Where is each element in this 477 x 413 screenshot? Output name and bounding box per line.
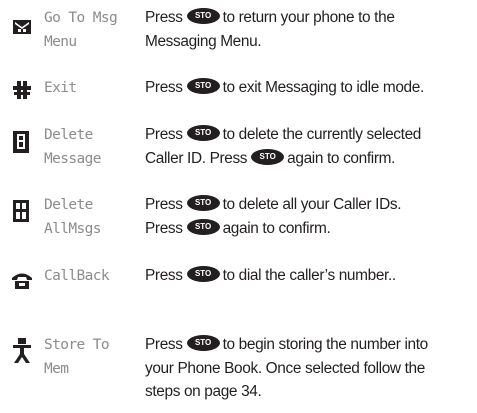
exit-icon bbox=[13, 81, 31, 103]
menu-description: Press STO to exit Messaging to idle mode. bbox=[145, 78, 424, 96]
menu-label: Delete Message bbox=[44, 127, 102, 167]
trash-all-icon bbox=[13, 200, 31, 222]
sto-key-icon: STO bbox=[251, 148, 285, 165]
menu-description: Press STO to delete the currently selected… bbox=[145, 125, 422, 167]
menu-description: Press STO to delete all your Caller IDs. P… bbox=[145, 195, 402, 237]
menu-label: CallBack bbox=[44, 268, 110, 284]
menu-label: Store To Mem bbox=[44, 337, 110, 377]
sto-key-icon: STO bbox=[186, 8, 220, 24]
trash-single-icon bbox=[13, 131, 31, 153]
menu-label: Exit bbox=[44, 80, 77, 96]
sto-key-icon: STO bbox=[186, 335, 220, 351]
menu-label: Go To Msg Menu bbox=[44, 10, 118, 50]
sto-key-icon: STO bbox=[186, 125, 220, 141]
sto-key-icon: STO bbox=[186, 195, 220, 211]
menu-description: Press STO to return your phone to the Mess… bbox=[145, 8, 395, 50]
sto-key-icon: STO bbox=[186, 78, 220, 94]
sto-key-icon: STO bbox=[186, 266, 220, 282]
menu-description: Press STO to dial the caller’s number.. bbox=[145, 266, 396, 284]
phone-callback-icon bbox=[11, 270, 33, 292]
menu-description: Press STO to begin storing the number into… bbox=[145, 335, 428, 400]
sto-key-icon: STO bbox=[186, 218, 220, 235]
envelope-return-icon bbox=[13, 16, 31, 38]
menu-label: Delete AllMsgs bbox=[44, 197, 102, 237]
store-to-memory-icon bbox=[13, 338, 31, 364]
